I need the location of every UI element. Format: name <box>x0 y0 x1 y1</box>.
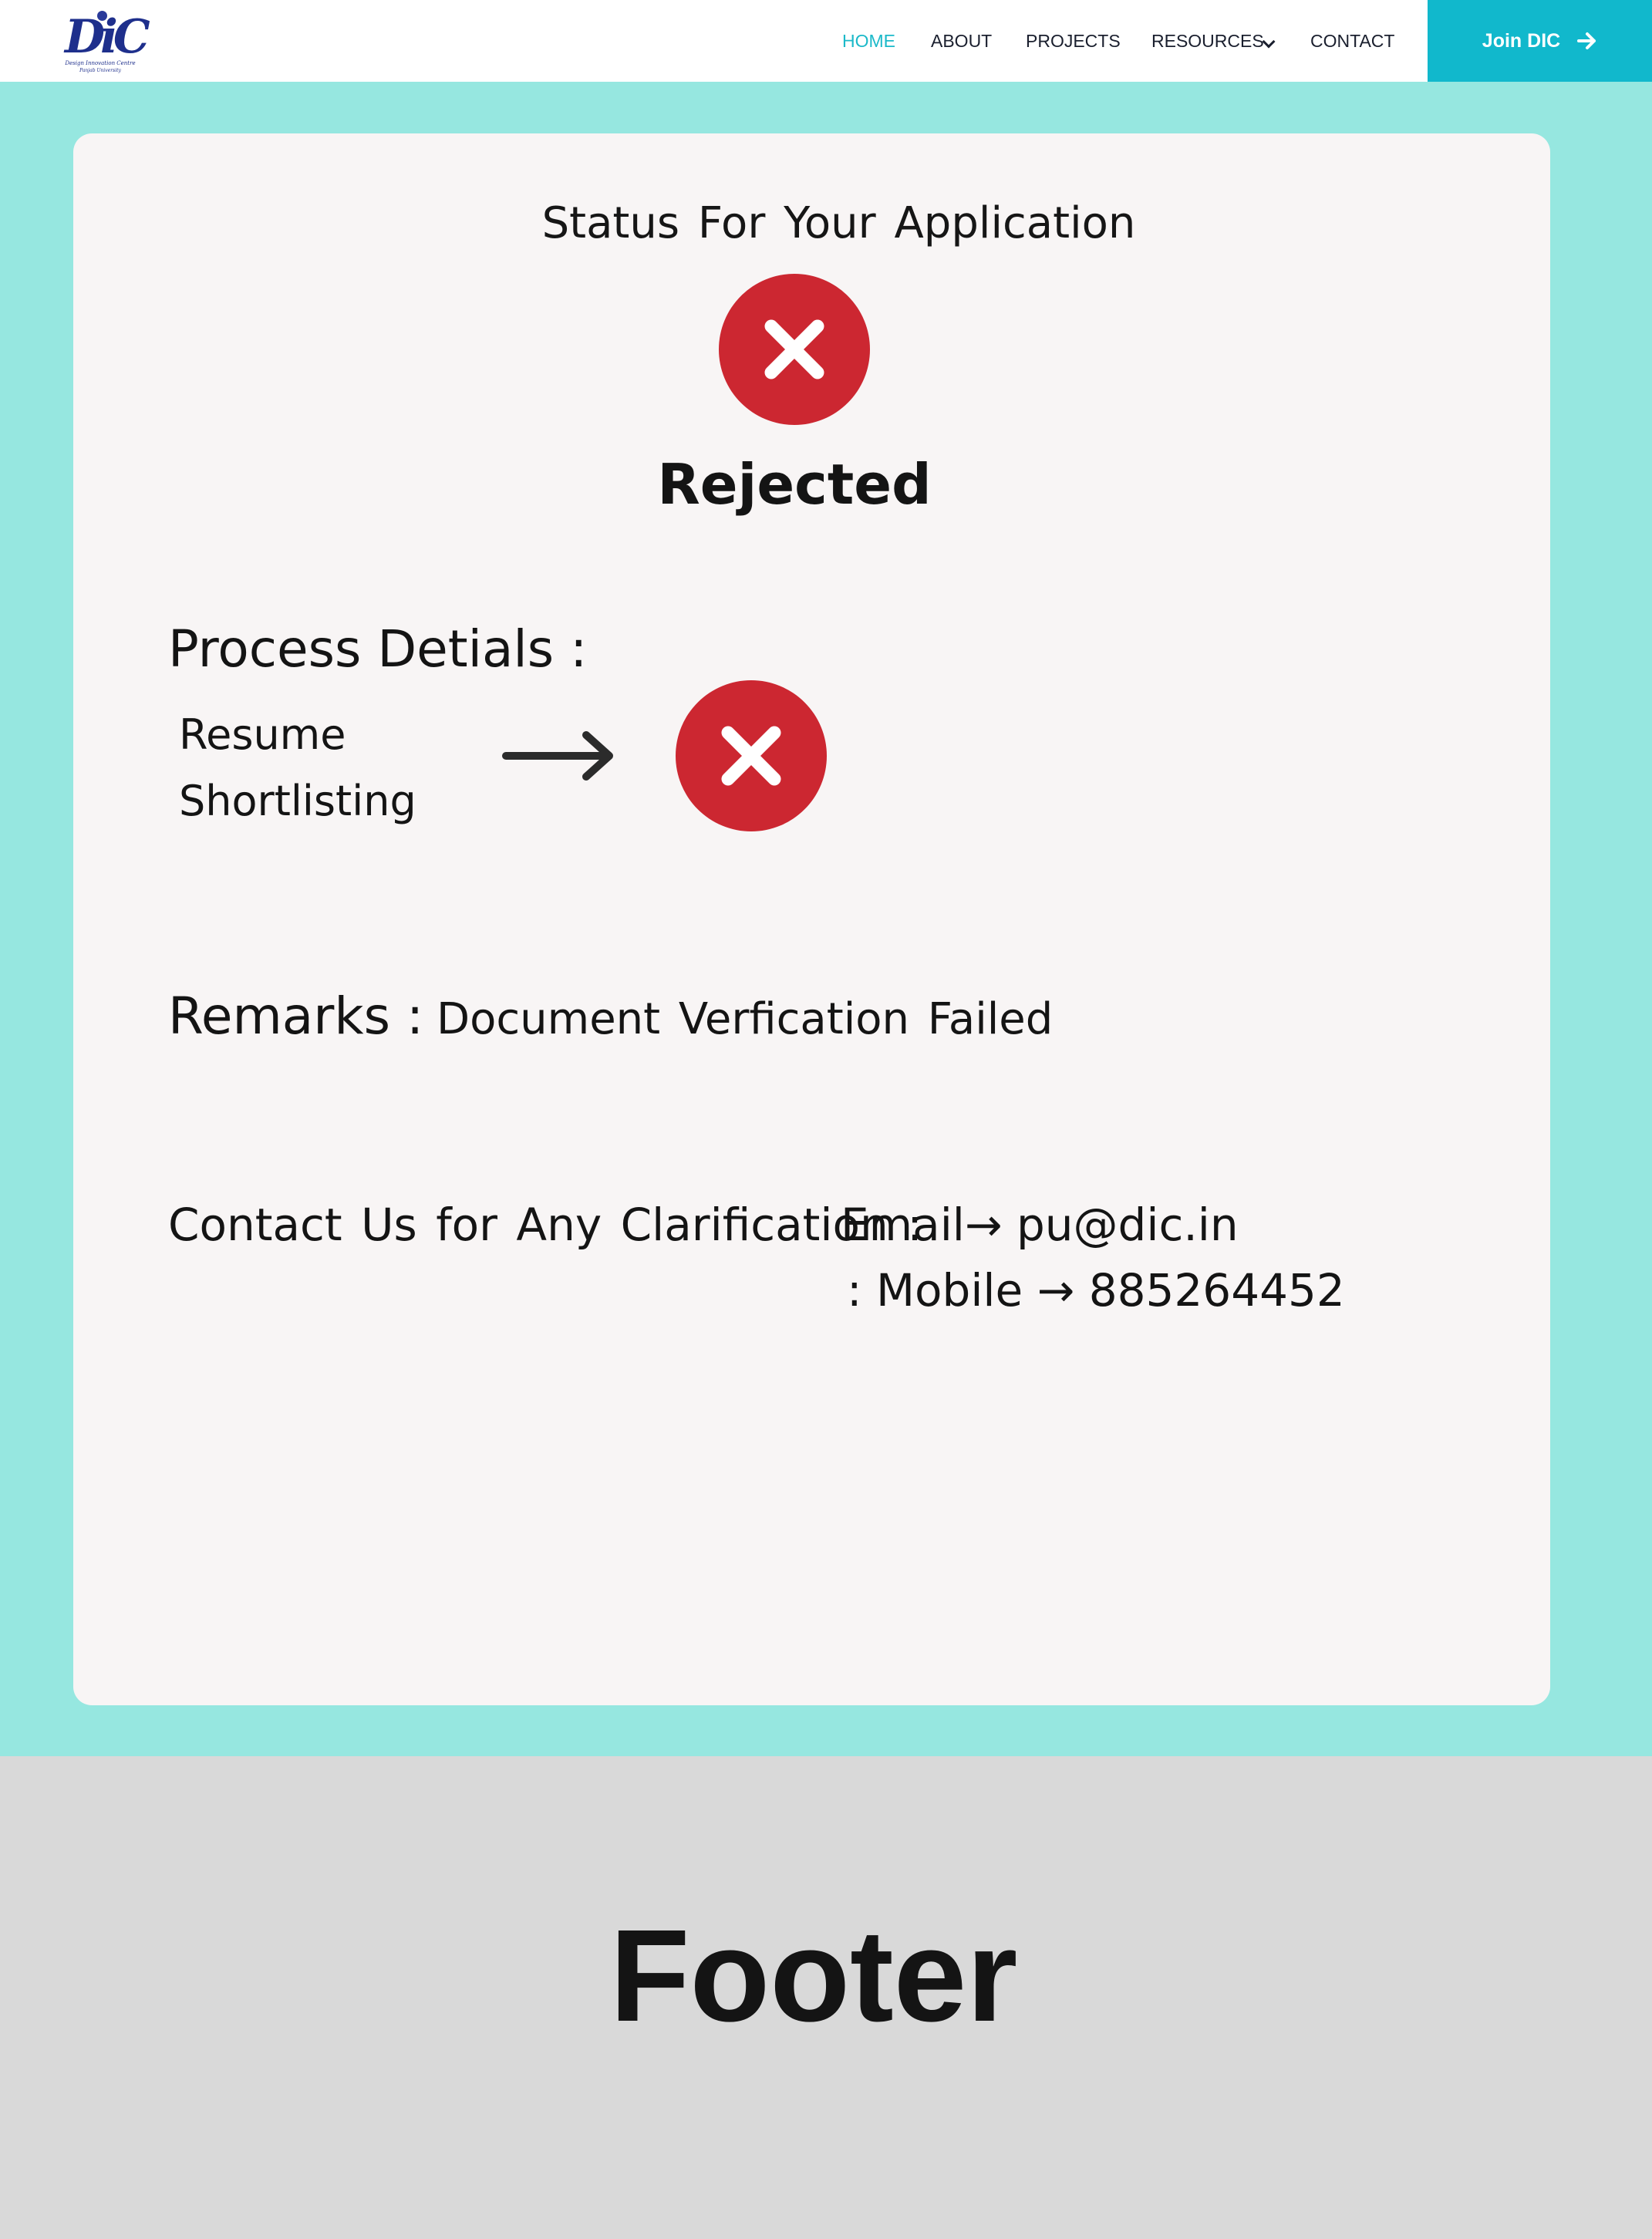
nav-contact[interactable]: CONTACT <box>1310 0 1394 82</box>
remarks-value: Document Verfication Failed <box>437 994 1054 1044</box>
step-rejected-icon <box>676 680 827 831</box>
contact-mobile[interactable]: : Mobile → 885264452 <box>847 1261 1345 1320</box>
site-footer: Footer <box>0 1756 1652 2239</box>
contact-label: Contact Us for Any Clarification : <box>168 1199 922 1251</box>
remarks-label: Remarks : <box>168 986 424 1046</box>
chevron-down-icon[interactable] <box>1262 35 1276 49</box>
logo-dot <box>97 11 107 21</box>
process-details-heading: Process Detials : <box>168 619 588 679</box>
nav-projects[interactable]: PROJECTS <box>1026 0 1121 82</box>
footer-placeholder-text: Footer <box>609 1903 1018 2049</box>
status-title: Status For Your Application <box>541 198 1136 248</box>
rejected-status-icon <box>719 274 870 425</box>
arrow-right-icon <box>502 731 613 781</box>
logo-subtitle: Design Innovation Centre <box>65 60 136 66</box>
process-step-label: Resume Shortlisting <box>179 710 416 825</box>
nav-resources[interactable]: RESOURCES <box>1151 0 1264 82</box>
dic-logo[interactable]: DiC Design Innovation Centre Panjab Univ… <box>62 11 150 74</box>
join-dic-label: Join DIC <box>1482 29 1561 52</box>
site-header: DiC Design Innovation Centre Panjab Univ… <box>0 0 1652 82</box>
join-dic-button[interactable]: Join DIC <box>1428 0 1652 82</box>
nav-home[interactable]: HOME <box>842 0 895 82</box>
logo-university: Panjab University <box>79 68 121 73</box>
arrow-right-icon <box>1577 32 1596 49</box>
nav-about[interactable]: ABOUT <box>931 0 992 82</box>
status-result: Rejected <box>657 452 932 517</box>
contact-email[interactable]: Email→ pu@dic.in <box>841 1195 1239 1254</box>
